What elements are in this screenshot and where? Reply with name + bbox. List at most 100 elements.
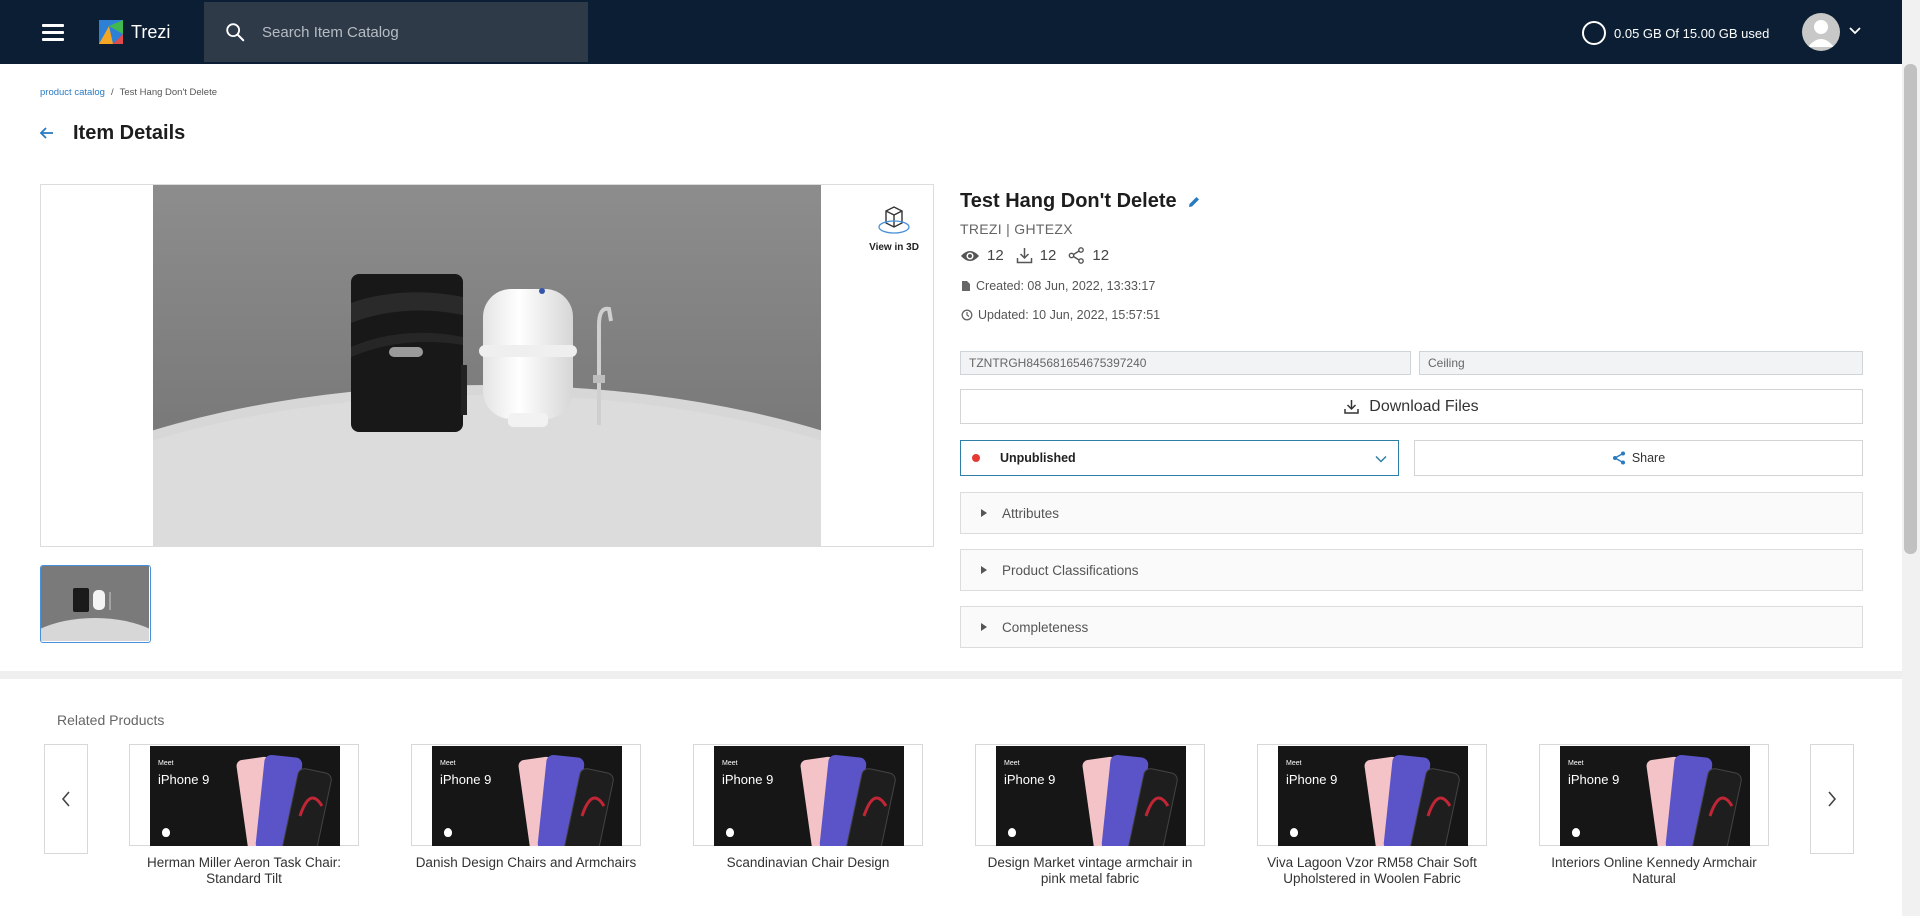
share-icon	[1068, 247, 1085, 264]
page-title: Item Details	[73, 122, 186, 144]
carousel-prev-button[interactable]	[44, 744, 88, 854]
thumbnail-image	[41, 566, 150, 642]
related-product-image: Meet iPhone 9	[1539, 744, 1769, 846]
status-dot-icon	[972, 454, 980, 462]
caret-right-icon	[981, 509, 987, 517]
phones-illustration	[518, 754, 614, 846]
item-title-row: Test Hang Don't Delete	[960, 190, 1201, 213]
accordion-label: Completeness	[1002, 619, 1089, 635]
phones-illustration	[800, 754, 896, 846]
back-arrow-icon[interactable]	[38, 124, 56, 142]
views-count: 12	[987, 247, 1004, 264]
related-product-image: Meet iPhone 9	[693, 744, 923, 846]
item-code-field: TZNTRGH845681654675397240	[960, 351, 1411, 375]
item-category-field: Ceiling	[1419, 351, 1863, 375]
caret-right-icon	[981, 566, 987, 574]
pencil-icon[interactable]	[1187, 195, 1201, 209]
search-bar[interactable]	[204, 2, 588, 62]
app-name: Trezi	[131, 21, 171, 42]
item-vendor: TREZI | GHTEZX	[960, 221, 1073, 237]
phones-illustration	[1082, 754, 1178, 846]
related-product-image: Meet iPhone 9	[129, 744, 359, 846]
storage-usage: 0.05 GB Of 15.00 GB used	[1582, 21, 1769, 45]
breadcrumb-link-product-catalog[interactable]: product catalog	[40, 87, 105, 98]
publish-status-dropdown[interactable]: Unpublished	[960, 440, 1399, 476]
chevron-left-icon	[61, 791, 70, 807]
shares-stat: 12	[1068, 247, 1109, 264]
phones-illustration	[1646, 754, 1742, 846]
product-promo-image: Meet iPhone 9	[996, 746, 1186, 846]
related-product-name: Danish Design Chairs and Armchairs	[415, 855, 637, 870]
related-product-card[interactable]: Meet iPhone 9 Herman Miller Aeron Task Cha…	[129, 744, 359, 887]
download-files-button[interactable]: Download Files	[960, 389, 1863, 424]
related-products-title: Related Products	[57, 712, 165, 728]
eye-icon	[961, 250, 979, 261]
related-product-image: Meet iPhone 9	[975, 744, 1205, 846]
accordion-completeness[interactable]: Completeness	[960, 606, 1863, 648]
updated-text: Updated: 10 Jun, 2022, 15:57:51	[978, 308, 1161, 322]
view-in-3d-label: View in 3D	[869, 242, 919, 253]
accordion-label: Attributes	[1002, 505, 1060, 521]
page-scrollbar-thumb[interactable]	[1904, 64, 1917, 554]
section-divider	[0, 671, 1902, 679]
related-product-name: Scandinavian Chair Design	[726, 855, 890, 870]
water-purifier-render	[153, 185, 821, 546]
related-product-card[interactable]: Meet iPhone 9 Interiors Online Kennedy Arm…	[1539, 744, 1769, 887]
related-product-image: Meet iPhone 9	[1257, 744, 1487, 846]
related-product-name: Design Market vintage armchair in pink m…	[987, 855, 1193, 886]
download-icon	[1344, 400, 1360, 414]
phones-illustration	[236, 754, 332, 846]
status-value: Unpublished	[1000, 451, 1076, 465]
accordion-attributes[interactable]: Attributes	[960, 492, 1863, 534]
search-input[interactable]	[262, 23, 562, 41]
phones-illustration	[1364, 754, 1460, 846]
updated-date: Updated: 10 Jun, 2022, 15:57:51	[961, 308, 1160, 322]
storage-text: 0.05 GB Of 15.00 GB used	[1614, 25, 1770, 41]
related-product-image: Meet iPhone 9	[411, 744, 641, 846]
item-title: Test Hang Don't Delete	[960, 190, 1177, 212]
product-render-image	[153, 185, 821, 546]
search-icon	[226, 23, 245, 42]
views-stat: 12	[960, 247, 1004, 264]
file-icon	[962, 281, 970, 291]
breadcrumb-separator: /	[110, 87, 114, 98]
product-promo-image: Meet iPhone 9	[1560, 746, 1750, 846]
related-product-name: Herman Miller Aeron Task Chair: Standard…	[146, 855, 342, 886]
product-thumbnail[interactable]	[40, 565, 151, 643]
storage-ring-icon	[1582, 21, 1606, 45]
product-promo-image: Meet iPhone 9	[1278, 746, 1468, 846]
accordion-product-classifications[interactable]: Product Classifications	[960, 549, 1863, 591]
share-icon	[1612, 451, 1625, 465]
breadcrumb-current: Test Hang Don't Delete	[119, 87, 218, 98]
downloads-count: 12	[1039, 247, 1057, 264]
product-viewer[interactable]: View in 3D	[40, 184, 934, 547]
user-icon	[1808, 20, 1834, 47]
accordion-label: Product Classifications	[1002, 562, 1139, 578]
app-logo[interactable]: Trezi	[99, 20, 170, 44]
downloads-stat: 12	[1016, 247, 1057, 264]
chevron-down-icon	[1375, 455, 1387, 463]
related-product-card[interactable]: Meet iPhone 9 Scandinavian Chair Design	[693, 744, 923, 871]
related-product-name: Viva Lagoon Vzor RM58 Chair Soft Upholst…	[1267, 855, 1477, 886]
trezi-logo-icon	[99, 20, 123, 44]
top-bar: Trezi 0.05 GB Of 15.00 GB used	[0, 0, 1920, 64]
related-product-card[interactable]: Meet iPhone 9 Viva Lagoon Vzor RM58 Chair …	[1257, 744, 1487, 887]
avatar[interactable]	[1802, 13, 1840, 51]
view-in-3d-button[interactable]: View in 3D	[859, 205, 929, 253]
chevron-down-icon[interactable]	[1848, 24, 1862, 38]
product-promo-image: Meet iPhone 9	[150, 746, 340, 846]
download-files-label: Download Files	[1369, 397, 1479, 415]
item-stats: 12 12 12	[960, 247, 1121, 264]
download-icon	[1016, 248, 1032, 264]
created-date: Created: 08 Jun, 2022, 13:33:17	[961, 279, 1155, 293]
breadcrumb: product catalog / Test Hang Don't Delete	[40, 87, 217, 98]
share-button[interactable]: Share	[1414, 440, 1863, 476]
share-label: Share	[1631, 451, 1666, 465]
clock-icon	[961, 309, 973, 321]
shares-count: 12	[1092, 247, 1110, 264]
carousel-next-button[interactable]	[1810, 744, 1854, 854]
created-text: Created: 08 Jun, 2022, 13:33:17	[976, 279, 1156, 293]
related-product-card[interactable]: Meet iPhone 9 Design Market vintage armcha…	[975, 744, 1205, 887]
menu-icon[interactable]	[40, 20, 66, 44]
related-product-card[interactable]: Meet iPhone 9 Danish Design Chairs and Arm…	[411, 744, 641, 871]
